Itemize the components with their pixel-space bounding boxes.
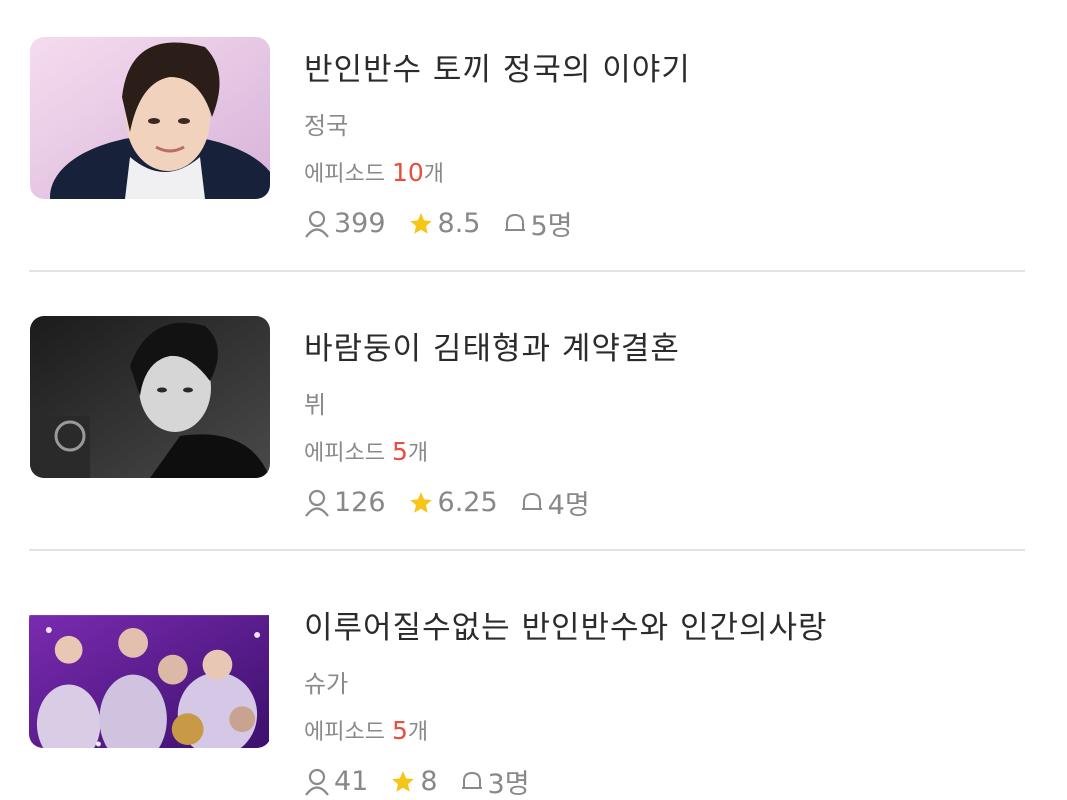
cover-image [30,316,270,478]
rating-value: 8 [420,766,438,797]
story-title[interactable]: 반인반수 토끼 정국의 이야기 [304,44,691,89]
list-item[interactable]: 반인반수 토끼 정국의 이야기 정국 에피소드 10개 399 8.5 5명 [0,37,1067,277]
episode-label: 에피소드 [304,441,385,466]
story-stats: 41 8 3명 [304,762,552,800]
cover-image [29,615,269,748]
cover-image [30,37,270,199]
subscriber-count: 4명 [547,490,590,521]
subscriber-count: 5명 [530,211,573,242]
rating-value: 8.5 [437,208,481,239]
story-title[interactable]: 바람둥이 김태형과 계약결혼 [304,323,680,368]
story-stats: 126 6.25 4명 [304,483,612,522]
star-icon [409,491,432,513]
episode-count: 에피소드 5개 [304,435,428,467]
subscribers-stat: 3명 [460,762,530,800]
star-icon [392,770,415,792]
cover-thumbnail[interactable] [29,605,271,748]
webnovel-list: 반인반수 토끼 정국의 이야기 정국 에피소드 10개 399 8.5 5명 바… [0,0,1067,800]
episode-unit: 개 [407,720,429,745]
star-icon [409,212,432,234]
views-stat: 126 [304,487,386,518]
views-count: 399 [334,208,386,239]
rating-value: 6.25 [437,487,498,518]
bell-icon [461,771,482,789]
subscriber-count: 3명 [487,769,530,800]
story-author: 정국 [304,112,349,140]
views-count: 126 [334,487,386,518]
person-icon [305,210,329,238]
story-author: 슈가 [304,670,349,698]
episode-count: 에피소드 5개 [304,714,428,746]
story-author: 뷔 [304,391,327,419]
bell-icon [504,213,525,231]
subscribers-stat: 4명 [520,483,590,522]
story-title[interactable]: 이루어질수없는 반인반수와 인간의사랑 [304,602,828,647]
views-stat: 399 [304,208,386,239]
episode-label: 에피소드 [304,162,385,187]
episode-unit: 개 [423,162,445,187]
episode-label: 에피소드 [304,720,385,745]
person-icon [305,489,329,517]
episode-number: 5 [391,716,408,745]
divider [29,270,1025,272]
list-item[interactable]: 이루어질수없는 반인반수와 인간의사랑 슈가 에피소드 5개 41 8 3명 [0,595,1067,800]
episode-count: 에피소드 10개 [304,156,444,188]
views-count: 41 [334,766,369,797]
cover-thumbnail[interactable] [30,316,270,478]
episode-number: 10 [391,158,424,187]
subscribers-stat: 5명 [503,204,573,243]
cover-thumbnail[interactable] [30,37,270,199]
episode-number: 5 [391,437,408,466]
divider [29,549,1025,551]
person-icon [305,768,329,796]
episode-unit: 개 [407,441,429,466]
list-item[interactable]: 바람둥이 김태형과 계약결혼 뷔 에피소드 5개 126 6.25 4명 [0,316,1067,556]
bell-icon [521,492,542,510]
story-stats: 399 8.5 5명 [304,204,595,243]
rating-stat: 6.25 [408,487,498,518]
rating-stat: 8 [390,766,438,797]
rating-stat: 8.5 [408,208,481,239]
views-stat: 41 [304,766,368,797]
